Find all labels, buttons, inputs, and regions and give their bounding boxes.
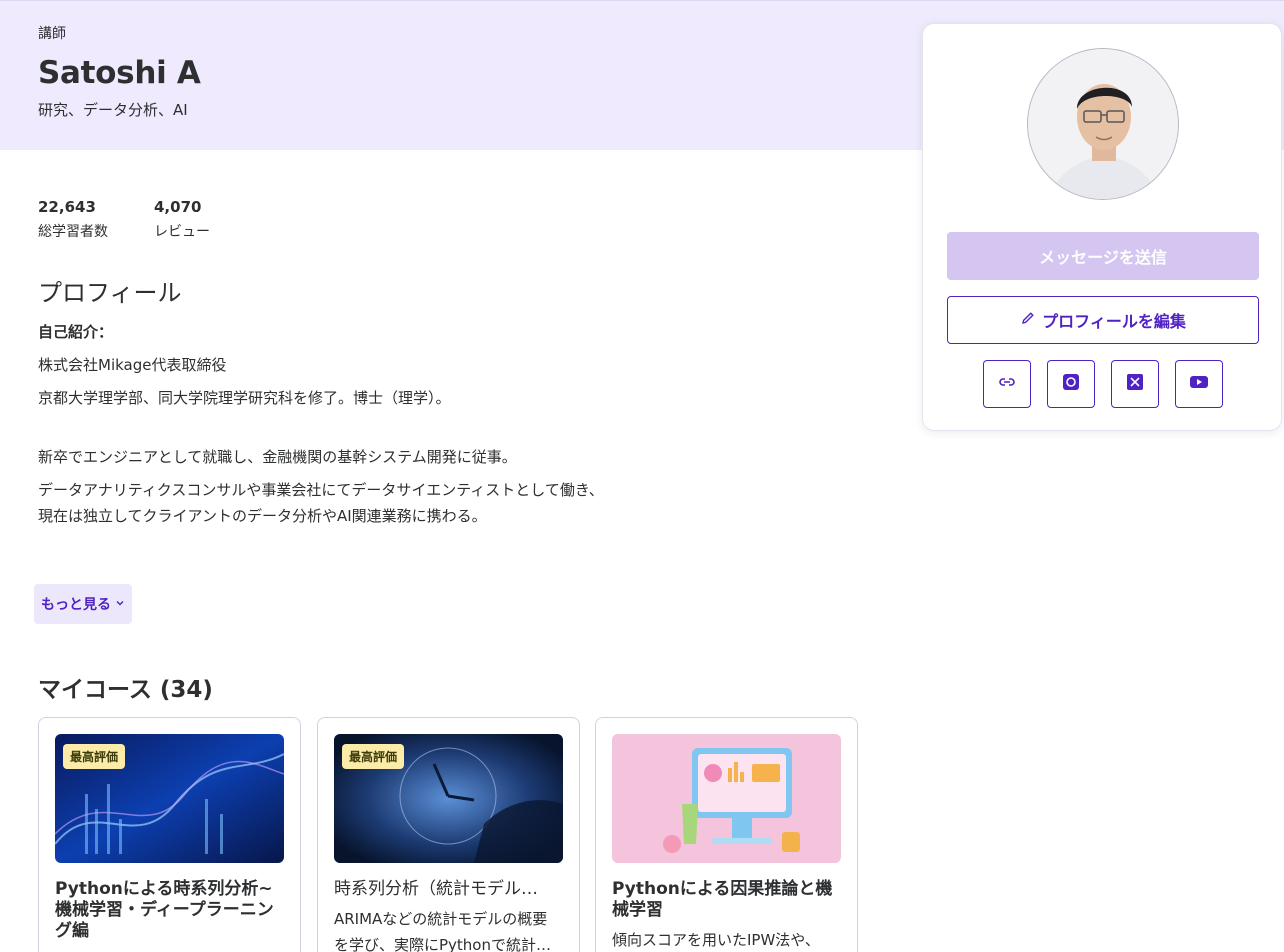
course-card[interactable]: 最高評価 Pythonによる時系列分析~機械学習・ディープラーニング編 xyxy=(38,717,301,952)
role-label: 講師 xyxy=(38,26,66,42)
stat-students: 22,643 総学習者数 xyxy=(38,198,108,241)
bio-line: 株式会社Mikage代表取締役 xyxy=(38,356,227,374)
course-desc-line: 傾向スコアを用いたIPW法や、 xyxy=(612,931,820,949)
youtube-icon xyxy=(1189,372,1209,396)
instructor-tagline: 研究、データ分析、AI xyxy=(38,101,188,119)
stat-label: 総学習者数 xyxy=(38,224,108,240)
instructor-name: Satoshi A xyxy=(38,55,201,91)
link-icon xyxy=(997,372,1017,396)
bestseller-badge: 最高評価 xyxy=(63,744,126,769)
bio-heading: 自己紹介： xyxy=(38,323,114,341)
course-title[interactable]: Pythonによる時系列分析~機械学習・ディープラーニング編 xyxy=(55,879,284,942)
my-courses-title: マイコース (34) xyxy=(38,677,213,703)
social-links xyxy=(983,360,1223,408)
course-description: ARIMAなどの統計モデルの概要 を学び、実際にPythonで統計… xyxy=(334,906,563,952)
course-thumbnail: 最高評価 xyxy=(334,734,563,863)
course-description: 傾向スコアを用いたIPW法や、 xyxy=(612,927,841,952)
avatar xyxy=(1027,48,1179,200)
course-thumbnail: 最高評価 xyxy=(55,734,284,863)
edit-profile-button[interactable]: プロフィールを編集 xyxy=(947,296,1259,344)
course-desc-line: を学び、実際にPythonで統計… xyxy=(334,936,551,952)
edit-profile-label: プロフィールを編集 xyxy=(1042,312,1186,331)
send-message-button[interactable]: メッセージを送信 xyxy=(947,232,1259,280)
bio-line: 京都大学理学部、同大学院理学研究科を修了。博士（理学）。 xyxy=(38,389,451,407)
profile-bio: 自己紹介： 株式会社Mikage代表取締役 京都大学理学部、同大学院理学研究科を… xyxy=(38,319,618,587)
instagram-icon xyxy=(1061,372,1081,396)
course-thumbnail xyxy=(612,734,841,863)
course-title[interactable]: 時系列分析（統計モデル… xyxy=(334,879,563,900)
course-card[interactable]: Pythonによる因果推論と機械学習 傾向スコアを用いたIPW法や、 xyxy=(595,717,858,952)
website-link-button[interactable] xyxy=(983,360,1031,408)
stat-value: 4,070 xyxy=(154,198,202,216)
show-more-label: もっと見る xyxy=(41,597,111,613)
x-link-button[interactable] xyxy=(1111,360,1159,408)
bestseller-badge: 最高評価 xyxy=(342,744,405,769)
pencil-icon xyxy=(1020,310,1036,330)
stat-value: 22,643 xyxy=(38,198,96,216)
bio-fade xyxy=(38,553,618,587)
course-desc-line: ARIMAなどの統計モデルの概要 xyxy=(334,910,548,928)
stat-label: レビュー xyxy=(154,224,210,240)
stats: 22,643 総学習者数 4,070 レビュー xyxy=(38,198,210,241)
show-more-button[interactable]: もっと見る xyxy=(34,584,132,624)
chevron-down-icon xyxy=(115,598,125,611)
bio-spacer xyxy=(38,418,618,444)
instagram-link-button[interactable] xyxy=(1047,360,1095,408)
profile-title: プロフィール xyxy=(38,279,182,307)
course-card[interactable]: 最高評価 時系列分析（統計モデル… ARIMAなどの統計モデルの概要 を学び、実… xyxy=(317,717,580,952)
stat-reviews: 4,070 レビュー xyxy=(154,198,210,241)
x-icon xyxy=(1125,372,1145,396)
course-title[interactable]: Pythonによる因果推論と機械学習 xyxy=(612,879,841,921)
instructor-sidebar: メッセージを送信 プロフィールを編集 xyxy=(922,23,1282,431)
youtube-link-button[interactable] xyxy=(1175,360,1223,408)
bio-line: 新卒でエンジニアとして就職し、金融機関の基幹システム開発に従事。 xyxy=(38,448,517,466)
bio-line: データアナリティクスコンサルや事業会社にてデータサイエンティストとして働き、現在… xyxy=(38,481,604,525)
